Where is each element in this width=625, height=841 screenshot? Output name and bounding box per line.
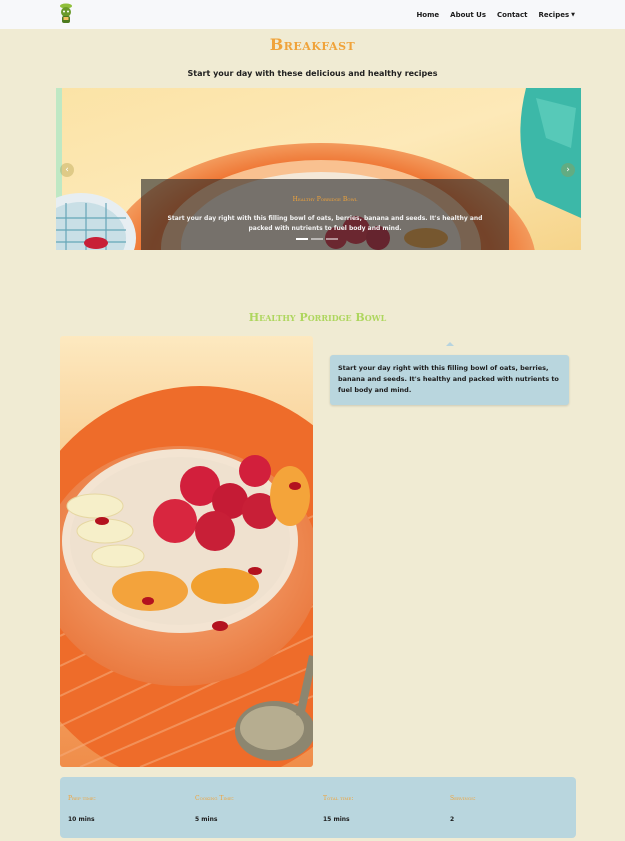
description-tooltip-arrow bbox=[446, 342, 454, 346]
carousel-prev-button[interactable]: ‹ bbox=[60, 163, 74, 177]
carousel-indicator[interactable] bbox=[326, 238, 338, 240]
prep-time-value: 10 mins bbox=[68, 816, 95, 823]
total-time-label: Total time: bbox=[323, 795, 354, 802]
recipe-description: Start your day right with this filling b… bbox=[338, 364, 559, 394]
porridge-bowl-image bbox=[60, 336, 313, 767]
recipe-description-box: Start your day right with this filling b… bbox=[330, 355, 569, 405]
servings-value: 2 bbox=[450, 816, 455, 823]
page-subtitle: Start your day with these delicious and … bbox=[187, 69, 438, 78]
recipe-info-bar: Prep time: 10 mins Cooking Time: 5 mins … bbox=[60, 777, 576, 838]
carousel-indicators bbox=[296, 238, 338, 240]
recipe-title: Healthy Porridge Bowl bbox=[248, 311, 387, 324]
carousel-indicator[interactable] bbox=[311, 238, 323, 240]
cooking-time-value: 5 mins bbox=[195, 816, 218, 823]
carousel-indicator[interactable] bbox=[296, 238, 308, 240]
recipe-photo bbox=[60, 336, 313, 767]
total-time-value: 15 mins bbox=[323, 816, 350, 823]
chevron-left-icon: ‹ bbox=[65, 165, 69, 175]
carousel-next-button[interactable]: › bbox=[561, 163, 575, 177]
chef-mascot-logo[interactable] bbox=[56, 2, 76, 24]
chevron-right-icon: › bbox=[566, 165, 570, 175]
cooking-time-label: Cooking Time: bbox=[195, 795, 234, 802]
caret-down-icon: ▼ bbox=[571, 11, 575, 18]
nav-menu: Home About Us Contact Recipes ▼ bbox=[416, 0, 575, 29]
nav-about-link[interactable]: About Us bbox=[450, 11, 486, 19]
nav-recipes-dropdown[interactable]: Recipes ▼ bbox=[539, 11, 575, 19]
carousel-caption-text: Start your day right with this filling b… bbox=[167, 215, 483, 232]
nav-home-link[interactable]: Home bbox=[416, 11, 439, 19]
servings-label: Servings: bbox=[450, 795, 476, 802]
prep-time-label: Prep time: bbox=[68, 795, 96, 802]
nav-recipes-label: Recipes bbox=[538, 10, 570, 19]
carousel-caption-title: Healthy Porridge Bowl bbox=[292, 196, 358, 203]
nav-contact-link[interactable]: Contact bbox=[497, 11, 528, 19]
navbar: Home About Us Contact Recipes ▼ bbox=[0, 0, 625, 29]
page-title: Breakfast bbox=[269, 35, 356, 54]
